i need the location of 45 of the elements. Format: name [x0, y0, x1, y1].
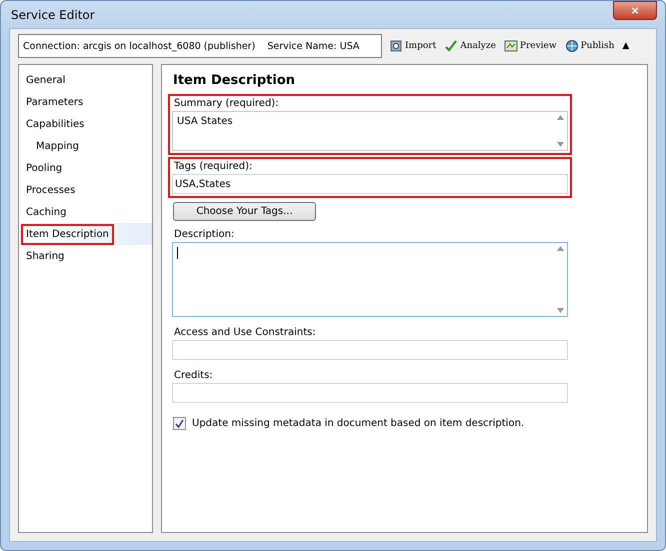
sidebar-item-label: Capabilities	[25, 118, 86, 132]
sidebar-item[interactable]: Sharing	[19, 245, 152, 267]
sidebar-item[interactable]: General	[19, 69, 152, 91]
sidebar-item[interactable]: Item Description	[19, 223, 152, 245]
window-title: Service Editor	[10, 8, 95, 22]
sidebar-item[interactable]: Processes	[19, 179, 152, 201]
sidebar-item-label: General	[25, 74, 66, 88]
sidebar-item-label: Item Description	[23, 226, 112, 242]
toolbar-button[interactable]: Preview	[502, 39, 558, 53]
input-field[interactable]	[172, 340, 568, 360]
connection-field: Connection: arcgis on localhost_6080 (publisher) Service Name: USA	[18, 34, 382, 58]
field-label: Summary (required):	[173, 98, 280, 109]
checkbox-label: Update missing metadata in document based on item description.	[191, 418, 524, 429]
sidebar-item-label: Parameters	[25, 96, 84, 110]
sidebar-item-label: Mapping	[35, 140, 80, 154]
sidebar-item[interactable]: Mapping	[19, 135, 152, 157]
sidebar-item[interactable]: Capabilities	[19, 113, 152, 135]
sidebar-item-label: Sharing	[25, 250, 66, 264]
toolbar-button[interactable]: Analyze	[443, 39, 497, 53]
check-icon	[444, 39, 458, 53]
sidebar-item[interactable]: Pooling	[19, 157, 152, 179]
text-area[interactable]: USA States	[172, 111, 568, 151]
field-label: Tags (required):	[173, 161, 254, 172]
input-field[interactable]: USA,States	[172, 174, 568, 194]
field-label: Access and Use Constraints:	[173, 327, 317, 338]
field-value: USA States	[177, 116, 233, 127]
field-label: Description:	[173, 229, 236, 240]
field-label: Credits:	[173, 370, 214, 381]
choose-tags-button[interactable]: Choose Your Tags...	[173, 202, 316, 221]
text-area[interactable]	[172, 242, 568, 317]
sidebar-item-label: Pooling	[25, 162, 64, 176]
collapse-button[interactable]: ▲	[621, 41, 630, 51]
gear-icon	[389, 39, 403, 53]
globe-icon	[564, 39, 579, 53]
toolbar-button[interactable]: Publish	[564, 39, 616, 53]
input-field[interactable]	[172, 383, 568, 403]
toolbar-button[interactable]: Import	[388, 39, 438, 53]
map-icon	[504, 39, 518, 53]
text-cursor	[177, 247, 178, 259]
sidebar-item-label: Processes	[25, 184, 76, 198]
sidebar-item[interactable]: Caching	[19, 201, 152, 223]
sidebar-item[interactable]: Parameters	[19, 91, 152, 113]
section-heading: Item Description	[173, 73, 296, 88]
sidebar-item-label: Caching	[25, 206, 68, 220]
checkbox[interactable]	[173, 417, 186, 430]
